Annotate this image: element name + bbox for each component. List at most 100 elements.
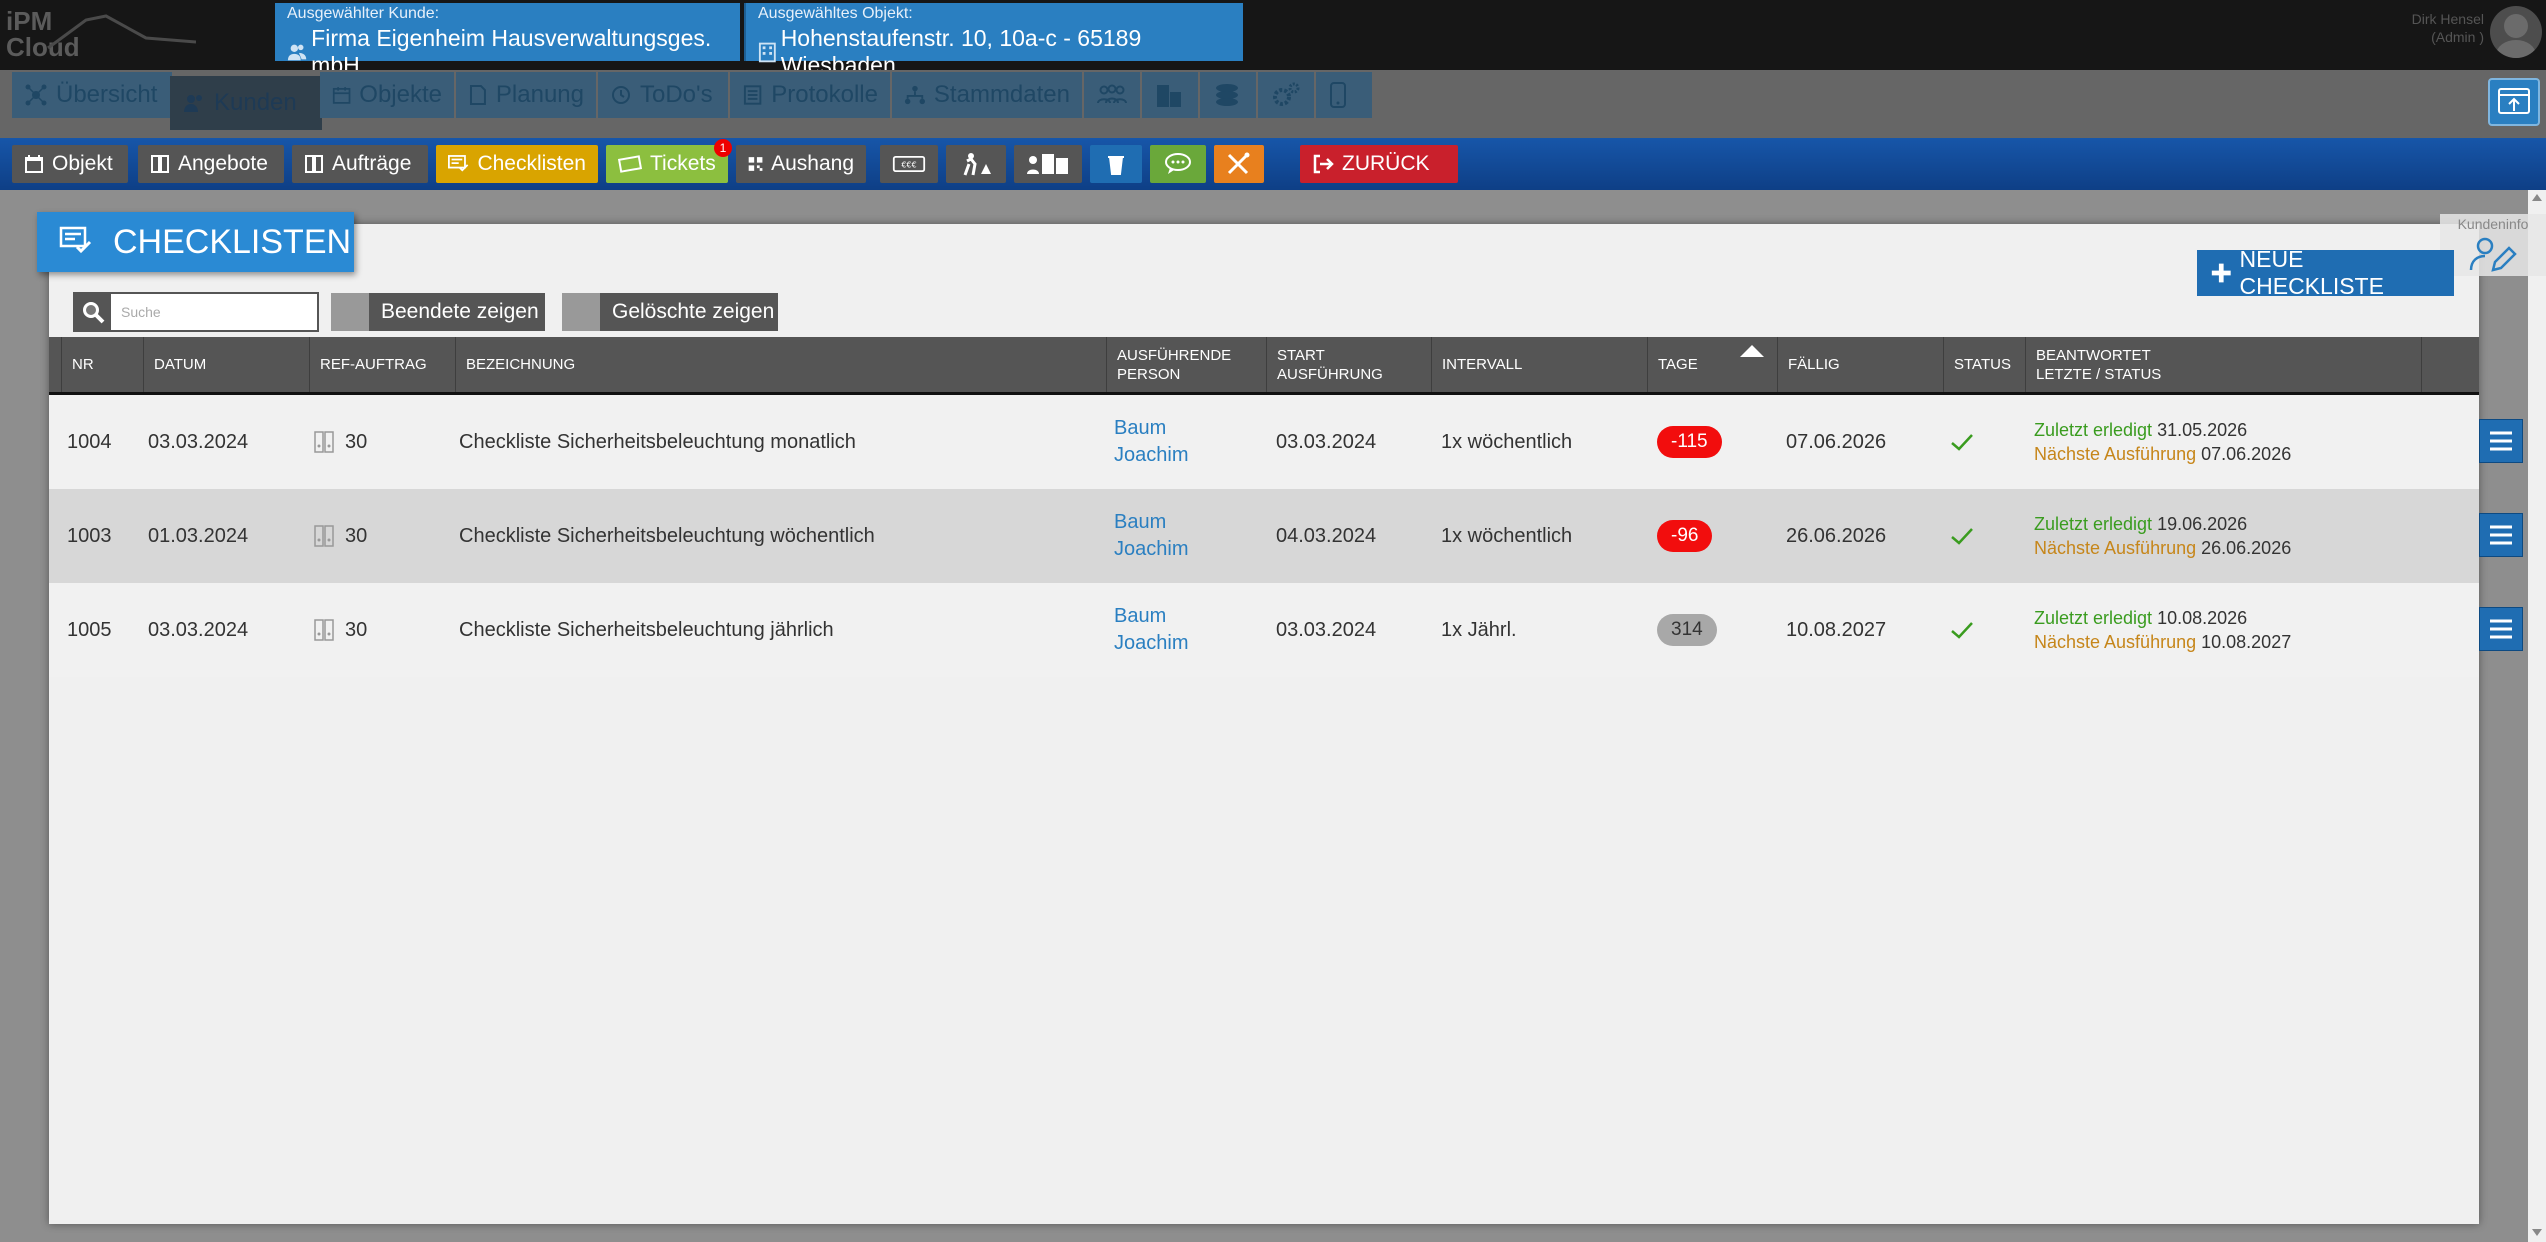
nav-mobile[interactable]: [1316, 72, 1372, 118]
cell-person-link[interactable]: Baum Joachim: [1114, 395, 1188, 489]
col-faellig[interactable]: FÄLLIG: [1777, 337, 1943, 392]
exit-icon: [1313, 154, 1334, 174]
cell-bezeichnung: Checkliste Sicherheitsbeleuchtung jährli…: [459, 618, 834, 641]
list-icon: [743, 85, 762, 105]
cell-intervall: 1x wöchentlich: [1441, 524, 1573, 547]
selected-customer[interactable]: Ausgewählter Kunde: Firma Eigenheim Haus…: [275, 3, 740, 78]
page-title: CHECKLISTEN: [37, 212, 354, 272]
app-logo[interactable]: iPM Cloud: [6, 8, 196, 66]
row-menu-button[interactable]: [2479, 513, 2523, 557]
cell-beantwortet: Zuletzt erledigt 10.08.2026 Nächste Ausf…: [2034, 608, 2292, 652]
row-menu-button[interactable]: [2479, 607, 2523, 651]
cell-ref-auftrag[interactable]: 30: [313, 489, 367, 583]
money-icon: €€€: [892, 155, 926, 173]
toggle-show-deleted[interactable]: Gelöschte zeigen: [562, 293, 778, 331]
nav-settings[interactable]: [1258, 72, 1314, 118]
table-header: NR DATUM REF-AUFTRAG BEZEICHNUNG AUSFÜHR…: [49, 337, 2479, 395]
subnav-chat[interactable]: [1150, 145, 1206, 183]
nav-todos[interactable]: ToDo's: [598, 72, 728, 118]
col-intervall[interactable]: INTERVALL: [1431, 337, 1647, 392]
subnav-auftraege[interactable]: Aufträge: [292, 145, 428, 183]
subnav-aushang[interactable]: Aushang: [736, 145, 866, 183]
subnav-tenants[interactable]: [1014, 145, 1082, 183]
cell-bezeichnung: Checkliste Sicherheitsbeleuchtung monatl…: [459, 430, 856, 453]
cell-status: [1949, 489, 1975, 583]
qr-code-icon: [748, 157, 763, 171]
building-icon: [758, 42, 776, 63]
col-ausfuehrende-person[interactable]: AUSFÜHRENDE PERSON: [1106, 337, 1266, 392]
col-tage[interactable]: TAGE: [1647, 337, 1777, 392]
nav-protokolle[interactable]: Protokolle: [730, 72, 890, 118]
toggle-deleted-checkbox[interactable]: [562, 293, 600, 331]
nav-objekte[interactable]: Objekte: [320, 72, 454, 118]
col-bezeichnung[interactable]: BEZEICHNUNG: [455, 337, 1106, 392]
cell-ref-auftrag[interactable]: 30: [313, 395, 367, 489]
nav-finance[interactable]: [1200, 72, 1256, 118]
user-edit-icon: [2469, 237, 2517, 272]
search-icon[interactable]: [75, 294, 111, 330]
check-icon: [1951, 622, 1973, 639]
subnav-tools[interactable]: [1214, 145, 1264, 183]
nav-team[interactable]: [1084, 72, 1140, 118]
back-button[interactable]: ZURÜCK: [1300, 145, 1458, 183]
cell-faellig: 10.08.2027: [1786, 618, 1887, 641]
upload-button[interactable]: [2488, 78, 2540, 126]
hamburger-menu-icon: [2490, 525, 2512, 545]
team-icon: [1097, 84, 1127, 104]
checklist-icon: [448, 155, 469, 172]
subnav-worker[interactable]: [946, 145, 1006, 183]
col-nr[interactable]: NR: [61, 337, 143, 392]
col-beantwortet[interactable]: BEANTWORTET LETZTE / STATUS: [2025, 337, 2421, 392]
col-status[interactable]: STATUS: [1943, 337, 2025, 392]
binders-icon: [314, 619, 334, 641]
sort-ascending-icon: [1740, 345, 1764, 357]
row-menu-button[interactable]: [2479, 419, 2523, 463]
table-row[interactable]: 1005 03.03.2024 30 Checkliste Sicherheit…: [49, 583, 2523, 677]
nav-uebersicht[interactable]: Übersicht: [12, 72, 172, 118]
col-start-ausfuehrung[interactable]: START AUSFÜHRUNG: [1266, 337, 1431, 392]
cell-nr: 1004: [67, 430, 112, 453]
logo-roof-icon: [47, 14, 196, 50]
subnav-objekt[interactable]: Objekt: [12, 145, 128, 183]
subnav-trash[interactable]: [1090, 145, 1142, 183]
binders-icon: [314, 525, 334, 547]
search-input[interactable]: [113, 294, 317, 330]
chat-icon: [1165, 153, 1191, 174]
scroll-down-arrow-icon[interactable]: [2532, 1229, 2542, 1236]
worker-icon: [963, 153, 991, 176]
table-row[interactable]: 1004 03.03.2024 30 Checkliste Sicherheit…: [49, 395, 2523, 489]
check-icon: [1951, 434, 1973, 451]
user-info[interactable]: Dirk Hensel (Admin ): [2412, 10, 2484, 46]
col-datum[interactable]: DATUM: [143, 337, 309, 392]
cell-bezeichnung: Checkliste Sicherheitsbeleuchtung wöchen…: [459, 524, 875, 547]
col-ref-auftrag[interactable]: REF-AUFTRAG: [309, 337, 455, 392]
avatar[interactable]: [2490, 6, 2542, 58]
cell-person-link[interactable]: Baum Joachim: [1114, 489, 1188, 583]
subnav-angebote[interactable]: Angebote: [138, 145, 284, 183]
nav-buildings[interactable]: [1142, 72, 1198, 118]
nav-kunden[interactable]: Kunden: [170, 76, 322, 130]
toggle-show-finished[interactable]: Beendete zeigen: [331, 293, 545, 331]
new-checklist-button[interactable]: NEUE CHECKLISTE: [2197, 246, 2454, 299]
tage-badge: 314: [1657, 614, 1717, 646]
nav-stammdaten[interactable]: Stammdaten: [892, 72, 1082, 118]
cell-person-link[interactable]: Baum Joachim: [1114, 583, 1188, 677]
subnav-tickets[interactable]: Tickets 1: [606, 139, 732, 183]
subnav-money[interactable]: €€€: [880, 145, 938, 183]
upload-window-icon: [2498, 88, 2530, 114]
tenant-building-icon: [1027, 154, 1068, 174]
kundeninfo-button[interactable]: Kundeninfo: [2440, 214, 2546, 276]
subnav-checklisten[interactable]: Checklisten: [436, 145, 598, 183]
selected-object[interactable]: Ausgewähltes Objekt: Hohenstaufenstr. 10…: [744, 3, 1243, 78]
table-row[interactable]: 1003 01.03.2024 30 Checkliste Sicherheit…: [49, 489, 2523, 583]
plus-icon: [2211, 263, 2231, 283]
scroll-up-arrow-icon[interactable]: [2532, 194, 2542, 201]
document-icon: [469, 85, 486, 105]
cell-ref-auftrag[interactable]: 30: [313, 583, 367, 677]
page-scrollbar[interactable]: [2528, 190, 2546, 1242]
cell-nr: 1005: [67, 618, 112, 641]
cell-intervall: 1x Jährl.: [1441, 618, 1517, 641]
nav-planung[interactable]: Planung: [456, 72, 596, 118]
toggle-finished-checkbox[interactable]: [331, 293, 369, 331]
hamburger-menu-icon: [2490, 431, 2512, 451]
